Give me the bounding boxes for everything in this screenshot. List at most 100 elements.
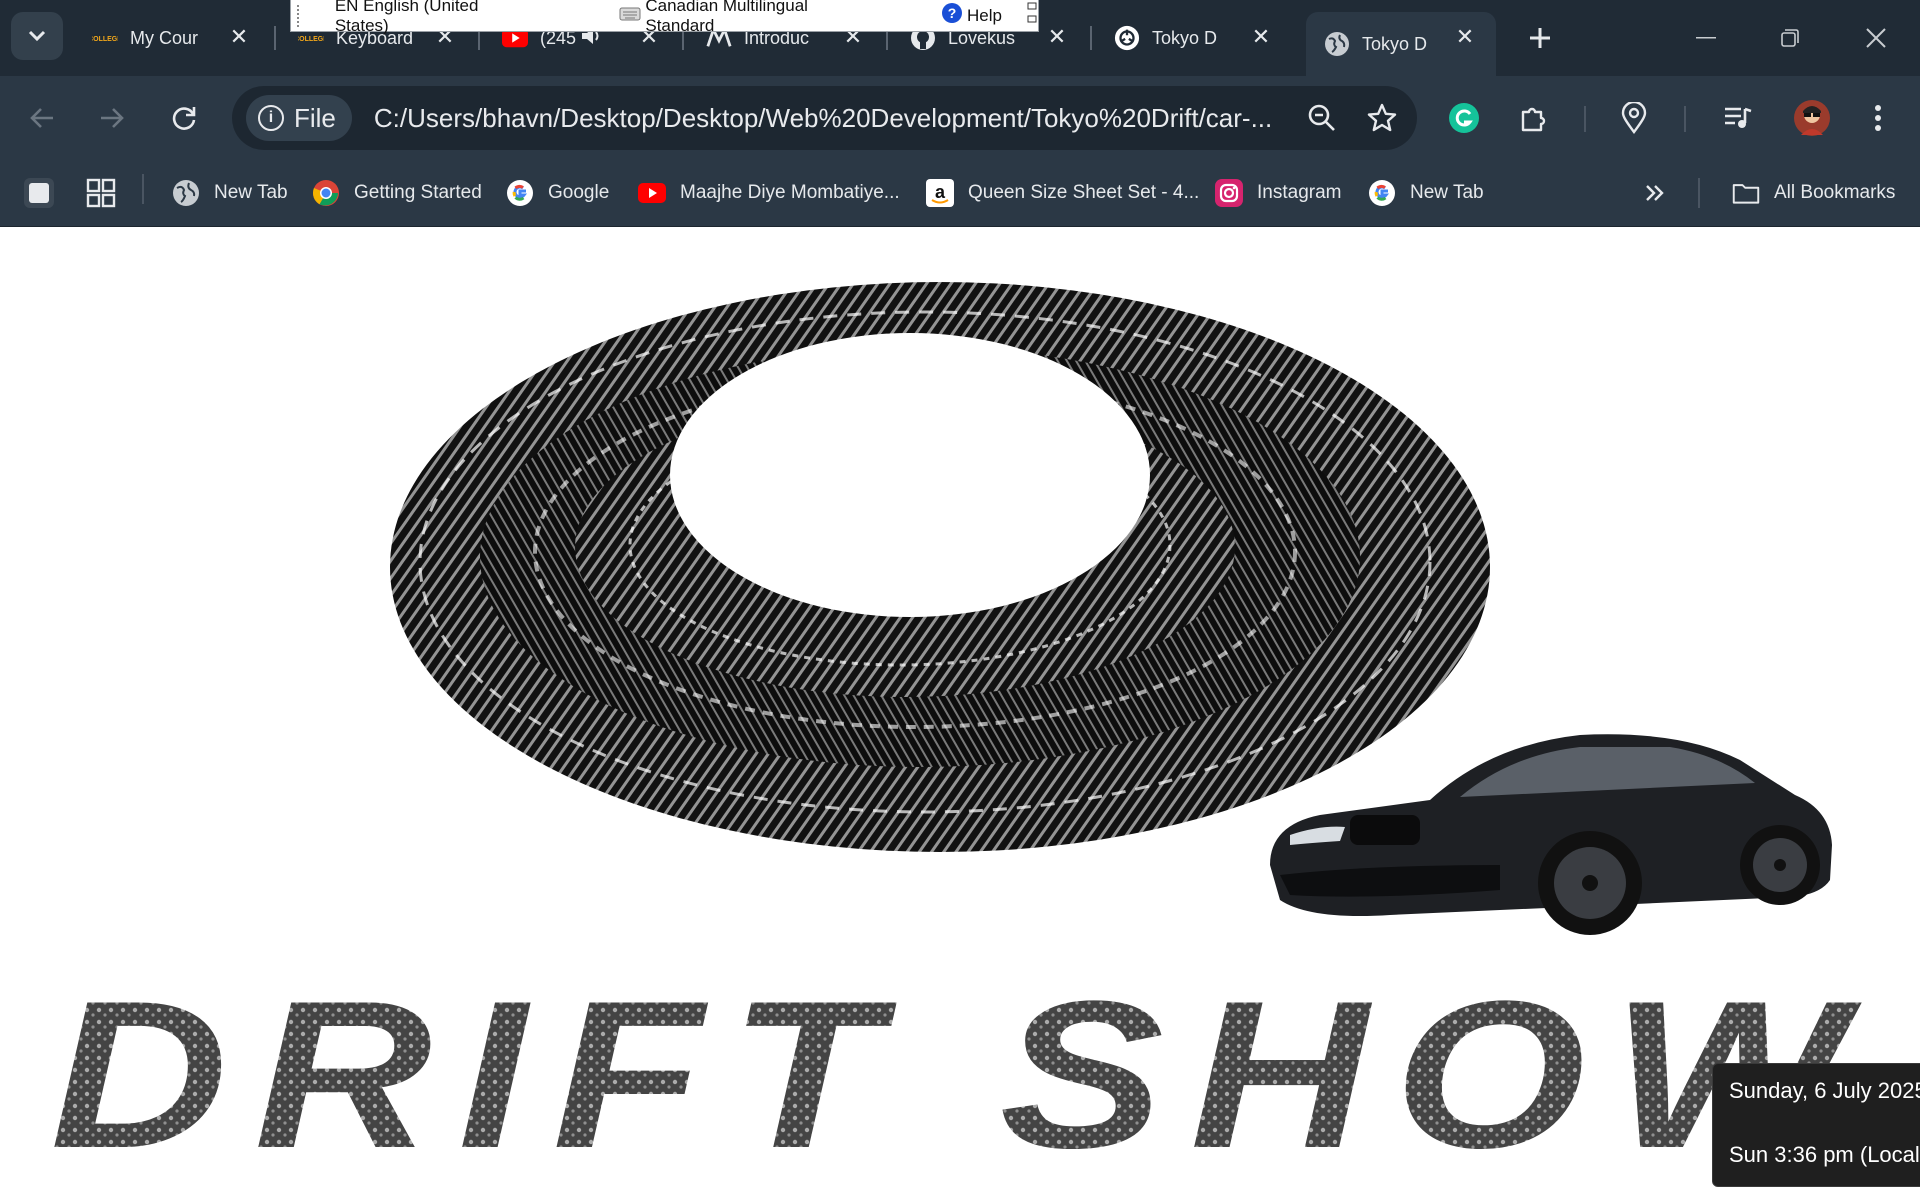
bookmarks-separator bbox=[1698, 178, 1700, 208]
bookmark-amazon[interactable]: a Queen Size Sheet Set - 4... bbox=[926, 176, 1199, 210]
grammarly-extension-button[interactable] bbox=[1442, 96, 1486, 140]
openai-icon bbox=[1114, 25, 1140, 51]
reload-button[interactable] bbox=[162, 96, 206, 140]
location-pin-icon bbox=[1621, 102, 1647, 134]
location-extension-button[interactable] bbox=[1612, 96, 1656, 140]
tab-title: My Cour bbox=[130, 27, 199, 48]
restore-icon bbox=[1781, 29, 1799, 47]
keyboard-layout[interactable]: Canadian Multilingual Standard bbox=[645, 0, 875, 36]
all-bookmarks-button[interactable]: All Bookmarks bbox=[1732, 176, 1895, 210]
profile-button[interactable] bbox=[1790, 96, 1834, 140]
close-icon[interactable]: ✕ bbox=[226, 24, 252, 50]
folder-icon bbox=[1732, 179, 1760, 207]
drag-handle[interactable] bbox=[297, 4, 305, 27]
toolbar-separator bbox=[1584, 106, 1586, 132]
back-button[interactable] bbox=[20, 96, 64, 140]
tab-tokyo-drift-active[interactable]: Tokyo D ✕ bbox=[1306, 12, 1496, 76]
apps-button[interactable] bbox=[86, 176, 116, 210]
bookmark-instagram[interactable]: Instagram bbox=[1215, 176, 1341, 210]
bookmark-label: Getting Started bbox=[354, 182, 482, 203]
new-tab-button[interactable] bbox=[1520, 18, 1560, 58]
globe-icon bbox=[172, 179, 200, 207]
close-icon[interactable]: ✕ bbox=[1044, 24, 1070, 50]
instagram-icon bbox=[1215, 179, 1243, 207]
options-icon[interactable] bbox=[1026, 0, 1038, 31]
svg-text:COLLEGE: COLLEGE bbox=[92, 36, 118, 43]
tab-title: Tokyo D bbox=[1362, 33, 1428, 54]
google-icon bbox=[506, 179, 534, 207]
bookmark-google[interactable]: Google bbox=[506, 176, 609, 210]
help-button[interactable]: Help bbox=[967, 6, 1002, 26]
arrow-left-icon bbox=[30, 108, 53, 128]
tab-my-courses[interactable]: COLLEGE My Cour ✕ bbox=[92, 12, 252, 64]
title-text: DRIFT SHOW bbox=[50, 957, 1870, 1187]
close-icon bbox=[1866, 28, 1886, 48]
all-bookmarks-label: All Bookmarks bbox=[1774, 182, 1896, 203]
bookmark-getting-started[interactable]: Getting Started bbox=[312, 176, 482, 210]
media-controls-button[interactable] bbox=[1716, 96, 1760, 140]
star-icon bbox=[1367, 103, 1397, 132]
tab-title: Tokyo D bbox=[1152, 27, 1218, 48]
minimize-icon bbox=[1696, 37, 1716, 39]
clock-tooltip: Sunday, 6 July 2025 Sun 3:36 pm (Local t… bbox=[1712, 1063, 1920, 1187]
tab-tokyo-drift-chatgpt[interactable]: Tokyo D ✕ bbox=[1114, 12, 1274, 64]
close-icon[interactable]: ✕ bbox=[1248, 24, 1274, 50]
playlist-icon bbox=[1725, 107, 1752, 128]
college-icon: COLLEGE bbox=[92, 25, 118, 51]
clock-date: Sunday, 6 July 2025 bbox=[1729, 1078, 1920, 1103]
more-bookmarks-button[interactable] bbox=[1644, 176, 1666, 210]
close-window-button[interactable] bbox=[1856, 20, 1896, 56]
site-info-label: File bbox=[294, 102, 336, 133]
puzzle-icon bbox=[1521, 107, 1546, 132]
svg-text:COLLEGE: COLLEGE bbox=[298, 36, 324, 43]
bookmark-maajhe-diye[interactable]: Maajhe Diye Mombatiye... bbox=[638, 176, 900, 210]
svg-text:a: a bbox=[935, 182, 946, 202]
keyboard-icon bbox=[619, 5, 641, 26]
chevron-down-icon bbox=[28, 30, 46, 42]
amazon-icon: a bbox=[926, 179, 954, 207]
globe-icon bbox=[1324, 31, 1350, 57]
input-language[interactable]: EN English (United States) bbox=[335, 0, 532, 36]
site-info-chip[interactable]: i File bbox=[246, 95, 352, 141]
bookmark-new-tab[interactable]: New Tab bbox=[172, 176, 288, 210]
bookmark-new-tab-google[interactable]: New Tab bbox=[1368, 176, 1484, 210]
apps-grid-icon bbox=[86, 178, 116, 208]
youtube-icon bbox=[638, 179, 666, 207]
clock-time: Sun 3:36 pm (Local time) bbox=[1729, 1142, 1920, 1167]
bookmark-label: New Tab bbox=[214, 182, 288, 203]
arrow-right-icon bbox=[101, 108, 124, 128]
chrome-icon bbox=[312, 179, 340, 207]
bookmark-label: Queen Size Sheet Set - 4... bbox=[968, 182, 1200, 203]
bookmark-label: Maajhe Diye Mombatiye... bbox=[680, 182, 900, 203]
grammarly-icon bbox=[1449, 103, 1479, 133]
avatar bbox=[1794, 100, 1830, 136]
address-bar[interactable]: i File C:/Users/bhavn/Desktop/Desktop/We… bbox=[232, 86, 1417, 150]
close-icon[interactable]: ✕ bbox=[1452, 24, 1478, 50]
zoom-out-icon bbox=[1308, 104, 1335, 131]
language-bar: EN English (United States) Canadian Mult… bbox=[290, 0, 1039, 35]
forward-button[interactable] bbox=[90, 96, 134, 140]
url-text[interactable]: C:/Users/bhavn/Desktop/Desktop/Web%20Dev… bbox=[374, 103, 1272, 134]
more-vertical-icon bbox=[1875, 105, 1881, 131]
plus-icon bbox=[1530, 28, 1550, 48]
tab-separator bbox=[1090, 26, 1092, 50]
chevron-double-right-icon bbox=[1646, 185, 1664, 201]
drift-show-title: DRIFT SHOW bbox=[50, 957, 1870, 1187]
minimize-button[interactable] bbox=[1686, 20, 1726, 56]
bookmark-star-button[interactable] bbox=[1360, 96, 1404, 140]
menu-button[interactable] bbox=[1856, 96, 1900, 140]
page-content: DRIFT SHOW bbox=[0, 227, 1920, 1200]
zoom-button[interactable] bbox=[1300, 96, 1344, 140]
extensions-button[interactable] bbox=[1512, 96, 1556, 140]
tab-groups-button[interactable] bbox=[22, 176, 56, 210]
bookmark-label: Google bbox=[548, 182, 610, 203]
bookmark-label: Instagram bbox=[1257, 182, 1342, 203]
bookmarks-separator bbox=[142, 174, 144, 204]
tab-separator bbox=[274, 26, 276, 50]
restore-button[interactable] bbox=[1770, 20, 1810, 56]
svg-text:?: ? bbox=[948, 5, 957, 21]
bookmark-label: New Tab bbox=[1410, 182, 1484, 203]
car-image bbox=[1270, 734, 1832, 935]
tab-search-button[interactable] bbox=[11, 12, 63, 60]
bookmarks-bar: New Tab Getting Started Google Maajhe Di… bbox=[0, 160, 1920, 227]
